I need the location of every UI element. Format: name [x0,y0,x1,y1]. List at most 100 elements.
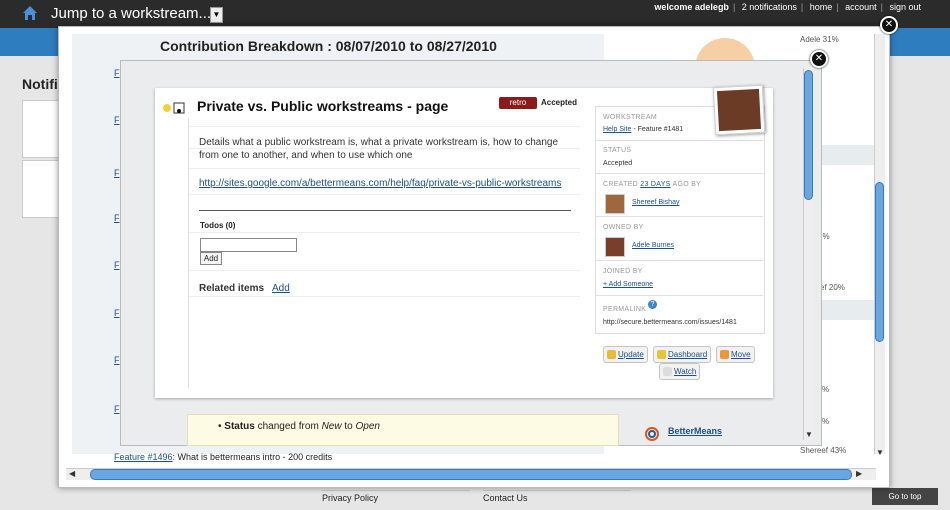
dashboard-label: Dashboard [668,350,708,359]
status-value: Accepted [603,160,633,167]
activity-text: • Status changed from New to Open [218,421,380,432]
separator [199,210,571,211]
feature-link[interactable]: F [114,115,120,125]
idea-icon [163,102,185,114]
contribution-title: Contribution Breakdown : 08/07/2010 to 0… [160,38,497,54]
scroll-down-icon[interactable]: ▼ [805,430,813,439]
pie-label: Adele 31% [800,35,839,44]
todo-input[interactable] [200,238,297,252]
divider [595,173,763,174]
add-someone-link[interactable]: + Add Someone [603,281,653,288]
permalink-label: PERMALINK [603,306,647,313]
owner-photo [712,84,766,136]
move-label: Move [731,350,751,359]
bettermeans-user-link[interactable]: BetterMeans [668,426,722,436]
created-prefix: CREATED [603,181,641,188]
feature-1496-link[interactable]: Feature #1496 [114,452,173,462]
feature-link[interactable]: F [114,308,120,318]
joined-by-label: JOINED BY [603,268,643,275]
pie-label: ef 20% [820,283,845,292]
help-icon[interactable]: ? [648,300,657,309]
owned-by-label: OWNED BY [603,224,644,231]
workstream-label: WORKSTREAM [603,114,657,121]
workstream-value: Help Site - Feature #1481 [603,126,683,133]
home-link[interactable]: home [810,2,833,12]
issue-title: Private vs. Public workstreams - page [197,98,449,114]
scroll-left-icon[interactable]: ◀ [69,469,75,478]
divider [595,216,763,217]
issue-url-link[interactable]: http://sites.google.com/a/bettermeans.co… [199,178,561,189]
activity-to-word: to [341,421,356,432]
owner-link[interactable]: Adele Burnes [632,242,674,249]
add-related-link[interactable]: Add [272,283,290,294]
avatar[interactable] [605,194,625,214]
feature-link[interactable]: F [114,213,120,223]
pie-label: Shereef 43% [800,446,847,455]
divider [189,296,580,297]
related-items-label: Related items [199,283,265,294]
scrollbar-vertical-outer[interactable] [875,182,884,342]
jump-to-workstream[interactable]: Jump to a workstream... [51,5,211,22]
feature-1496-text: : What is bettermeans intro - 200 credit… [172,452,333,462]
star-icon [663,367,672,376]
feature-link[interactable]: F [114,168,120,178]
photo-image [716,88,762,132]
scrollbar-horizontal[interactable] [90,469,852,480]
workstream-feature: - Feature #1481 [631,126,684,133]
feature-link[interactable]: F [114,355,120,365]
home-icon[interactable] [22,5,38,21]
divider [189,194,580,195]
watch-button[interactable]: Watch [659,363,701,380]
account-link[interactable]: account [845,2,877,12]
update-button[interactable]: Update [603,346,648,363]
top-bar: Jump to a workstream... ▼ welcome adeleg… [0,0,950,28]
workstream-link[interactable]: Help Site [603,126,631,133]
issue-state: Accepted [541,98,578,107]
contact-us-link[interactable]: Contact Us [483,490,631,503]
creator-link[interactable]: Shereef Bishay [632,199,679,206]
pencil-icon [607,350,616,359]
feature-row: Feature #1496: What is bettermeans intro… [114,452,332,462]
created-suffix: AGO BY [670,181,702,188]
status-label: STATUS [603,147,632,154]
divider [189,126,580,127]
watch-label: Watch [674,367,697,376]
activity-mid: changed from [254,421,322,432]
divider [189,168,580,169]
activity-field: Status [224,421,255,432]
divider [189,232,580,233]
sign-out-link[interactable]: sign out [889,2,921,12]
feature-link[interactable]: F [114,260,120,270]
chevron-down-icon[interactable]: ▼ [210,7,223,23]
issue-description: Details what a public workstream is, wha… [199,137,559,161]
created-label: CREATED 23 DAYS AGO BY [603,181,701,188]
activity-to: Open [355,421,380,432]
close-icon[interactable]: ✕ [810,50,828,68]
go-to-top-button[interactable]: Go to top [872,488,938,505]
feature-link[interactable]: F [114,404,120,414]
move-icon [720,350,729,359]
todos-label: Todos (0) [200,221,236,230]
privacy-policy-link[interactable]: Privacy Policy [322,490,470,503]
update-label: Update [618,350,644,359]
lightning-icon [657,350,666,359]
close-icon[interactable]: ✕ [880,16,898,34]
divider [188,118,189,388]
divider [189,270,580,271]
activity-from: New [321,421,342,432]
notifications-link[interactable]: 2 notifications [742,2,797,12]
add-todo-button[interactable]: Add [200,252,222,265]
scroll-right-icon[interactable]: ▶ [856,469,862,478]
feature-link[interactable]: F [114,68,120,78]
scroll-down-icon[interactable]: ▼ [876,448,884,457]
scrollbar-vertical-inner[interactable] [804,70,813,200]
avatar[interactable] [605,237,625,257]
pie-label: % [822,385,830,394]
top-links: welcome adelegb | 2 notifications | home | … [654,2,921,12]
bettermeans-logo-icon [645,427,659,441]
dashboard-button[interactable]: Dashboard [653,346,712,363]
notifications-heading: Notifi [22,76,58,92]
pie-label: % [822,417,830,426]
created-days-link[interactable]: 23 DAYS [640,181,670,188]
move-button[interactable]: Move [716,346,755,363]
